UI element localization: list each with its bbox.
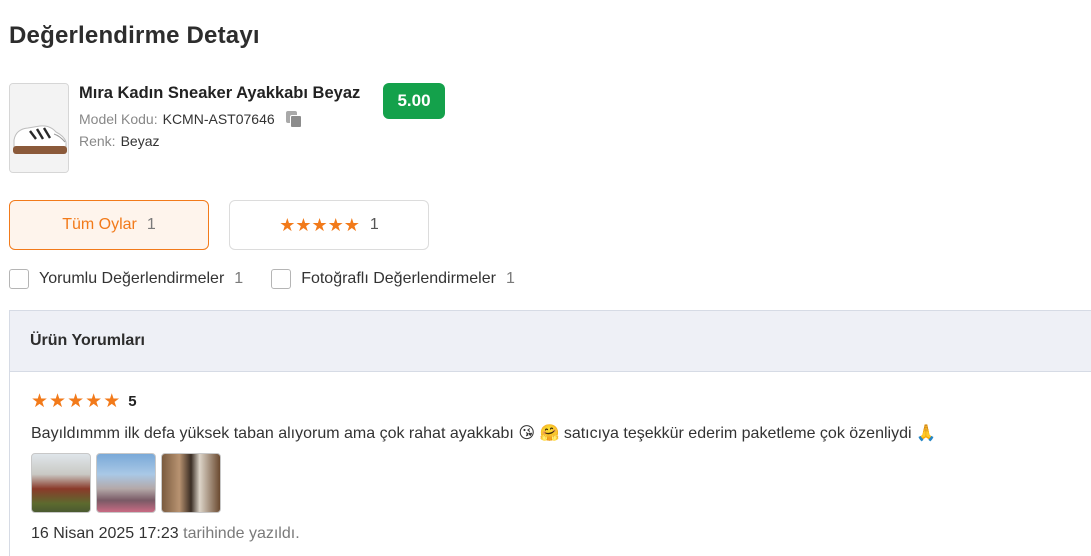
- commented-reviews-count: 1: [234, 270, 244, 287]
- product-summary: Mıra Kadın Sneaker Ayakkabı Beyaz Model …: [9, 83, 360, 173]
- review-text: Bayıldımmm ilk defa yüksek taban alıyoru…: [31, 425, 936, 442]
- star-icon: ★: [343, 215, 360, 235]
- review-item: ★ ★ ★ ★ ★ 5 Bayıldımmm ilk defa yüksek t…: [10, 372, 1091, 543]
- review-photo[interactable]: [31, 453, 91, 513]
- page-title: Değerlendirme Detayı: [9, 22, 260, 49]
- photo-reviews-count: 1: [505, 270, 515, 287]
- product-reviews-panel: Ürün Yorumları ★ ★ ★ ★ ★ 5 Bayıldımmm il…: [9, 310, 1091, 556]
- five-star-count: 1: [369, 216, 379, 233]
- five-star-rating: ★ ★ ★ ★ ★: [279, 216, 360, 234]
- review-photo[interactable]: [96, 453, 156, 513]
- sneaker-image: [10, 84, 68, 172]
- review-score: 5: [128, 393, 137, 410]
- product-name: Mıra Kadın Sneaker Ayakkabı Beyaz: [79, 84, 361, 102]
- model-code-value: KCMN-AST07646: [162, 111, 275, 127]
- star-icon: ★: [31, 391, 49, 412]
- review-date-suffix: tarihinde yazıldı.: [183, 525, 300, 542]
- five-star-filter-button[interactable]: ★ ★ ★ ★ ★ 1: [229, 200, 429, 250]
- review-photo[interactable]: [161, 453, 221, 513]
- checkbox-icon[interactable]: [271, 269, 292, 289]
- model-code-row: Model Kodu: KCMN-AST07646: [79, 110, 360, 128]
- star-icon: ★: [295, 215, 312, 235]
- star-icon: ★: [67, 391, 85, 412]
- copy-icon[interactable]: [285, 110, 303, 128]
- star-icon: ★: [49, 391, 67, 412]
- product-thumbnail[interactable]: [9, 83, 69, 173]
- all-votes-label: Tüm Oylar: [62, 216, 137, 233]
- review-date: 16 Nisan 2025 17:23: [31, 525, 179, 542]
- review-date-row: 16 Nisan 2025 17:23 tarihinde yazıldı.: [31, 525, 1091, 543]
- review-rating: ★ ★ ★ ★ ★ 5: [31, 392, 1091, 411]
- commented-reviews-label: Yorumlu Değerlendirmeler: [39, 270, 225, 287]
- color-label: Renk:: [79, 133, 116, 149]
- all-votes-count: 1: [146, 216, 156, 233]
- review-type-filters: Yorumlu Değerlendirmeler 1 Fotoğraflı De…: [9, 269, 543, 289]
- photo-reviews-label: Fotoğraflı Değerlendirmeler: [301, 270, 496, 287]
- color-value: Beyaz: [120, 133, 160, 149]
- commented-reviews-checkbox[interactable]: Yorumlu Değerlendirmeler 1: [9, 269, 243, 289]
- star-icon: ★: [327, 215, 344, 235]
- score-badge: 5.00: [383, 83, 445, 119]
- model-code-label: Model Kodu:: [79, 111, 158, 127]
- reviews-header: Ürün Yorumları: [10, 311, 1091, 372]
- star-icon: ★: [311, 215, 328, 235]
- checkbox-icon[interactable]: [9, 269, 29, 289]
- photo-reviews-checkbox[interactable]: Fotoğraflı Değerlendirmeler 1: [271, 269, 515, 289]
- review-photos: [31, 453, 1091, 513]
- star-icon: ★: [103, 391, 121, 412]
- star-icon: ★: [279, 215, 296, 235]
- color-row: Renk: Beyaz: [79, 133, 360, 149]
- star-icon: ★: [85, 391, 103, 412]
- all-votes-filter-button[interactable]: Tüm Oylar 1: [9, 200, 209, 250]
